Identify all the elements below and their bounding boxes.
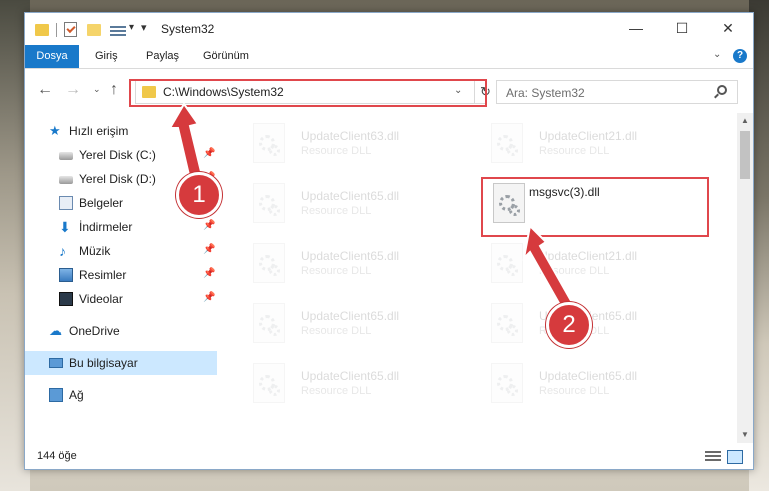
step-badge-2: 2 (546, 302, 592, 348)
arrow-2 (522, 223, 576, 314)
annotation-arrows (168, 102, 576, 314)
step-badge-1: 1 (176, 172, 222, 218)
